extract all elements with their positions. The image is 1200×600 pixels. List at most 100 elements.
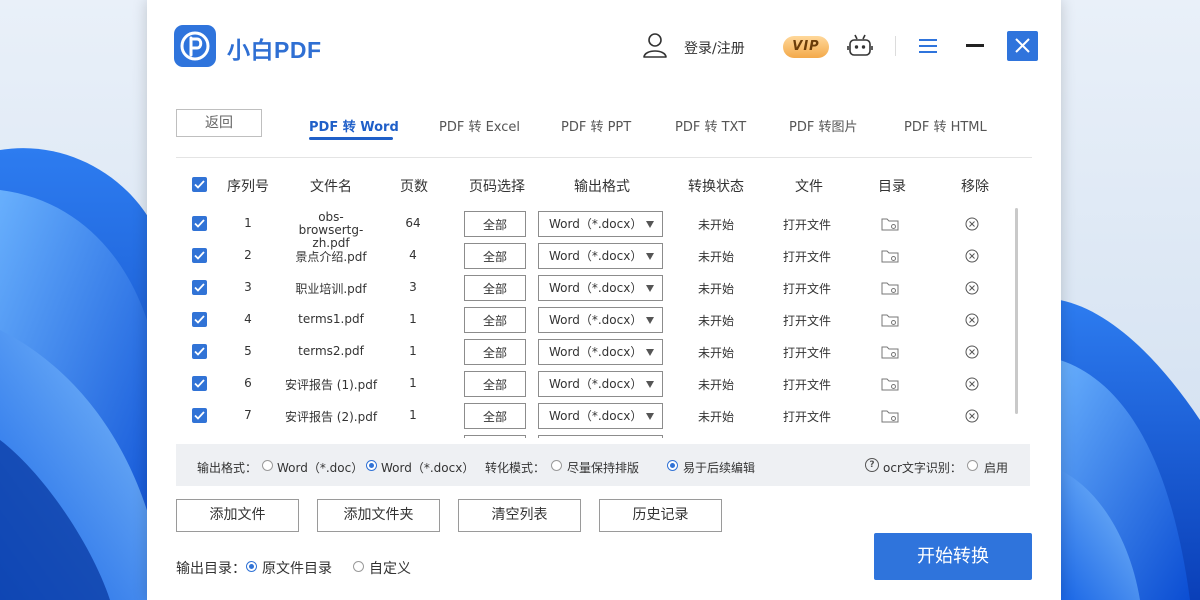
output-format-docx-radio[interactable] — [366, 460, 377, 471]
add-folder-button[interactable]: 添加文件夹 — [317, 499, 440, 532]
keep-layout-label[interactable]: 尽量保持排版 — [567, 459, 639, 476]
easy-edit-label[interactable]: 易于后续编辑 — [683, 459, 755, 476]
row-filename: 职业培训.pdf — [295, 282, 367, 296]
folder-icon[interactable] — [881, 281, 899, 295]
user-icon[interactable] — [641, 31, 669, 59]
row-open-file-link[interactable]: 打开文件 — [783, 312, 831, 329]
output-dir-source-radio[interactable] — [246, 561, 257, 572]
keep-layout-radio[interactable] — [551, 460, 562, 471]
tab-pdf-to-excel[interactable]: PDF 转 Excel — [439, 116, 520, 135]
row-open-file-link[interactable]: 打开文件 — [783, 376, 831, 393]
row-page-select-button[interactable]: 全部 — [464, 371, 526, 397]
folder-icon[interactable] — [881, 217, 899, 231]
chevron-down-icon — [646, 317, 654, 324]
row-checkbox[interactable] — [192, 408, 207, 423]
row-status: 未开始 — [697, 410, 735, 424]
row-open-file-link[interactable]: 打开文件 — [783, 248, 831, 265]
remove-icon[interactable] — [965, 217, 979, 231]
minimize-icon[interactable] — [966, 44, 984, 47]
row-page-select-button[interactable]: 全部 — [464, 275, 526, 301]
row-checkbox[interactable] — [192, 280, 207, 295]
row-page-select-button[interactable] — [464, 435, 526, 438]
folder-icon[interactable] — [881, 249, 899, 263]
row-format-select[interactable]: Word（*.docx） — [538, 339, 663, 365]
chevron-down-icon — [646, 253, 654, 260]
row-checkbox[interactable] — [192, 312, 207, 327]
row-open-file-link[interactable]: 打开文件 — [783, 280, 831, 297]
tab-pdf-to-word[interactable]: PDF 转 Word — [309, 116, 399, 135]
col-header-remove: 移除 — [961, 179, 989, 195]
folder-icon[interactable] — [881, 409, 899, 423]
close-button[interactable] — [1007, 31, 1038, 61]
folder-icon[interactable] — [881, 313, 899, 327]
row-format-select[interactable]: Word（*.docx） — [538, 275, 663, 301]
menu-icon[interactable] — [919, 38, 937, 54]
output-format-doc-radio[interactable] — [262, 460, 273, 471]
row-page-select-button[interactable]: 全部 — [464, 211, 526, 237]
remove-icon[interactable] — [965, 409, 979, 423]
start-convert-button[interactable]: 开始转换 — [874, 533, 1032, 580]
row-open-file-link[interactable]: 打开文件 — [783, 344, 831, 361]
remove-icon[interactable] — [965, 345, 979, 359]
col-header-file: 文件 — [795, 179, 823, 195]
row-format-value: Word（*.docx） — [549, 377, 643, 391]
remove-icon[interactable] — [965, 249, 979, 263]
robot-icon[interactable] — [847, 33, 873, 59]
checkbox-icon — [194, 251, 205, 260]
row-page-select-button[interactable]: 全部 — [464, 339, 526, 365]
remove-icon[interactable] — [965, 313, 979, 327]
back-button[interactable]: 返回 — [176, 109, 262, 137]
output-dir-custom-radio[interactable] — [353, 561, 364, 572]
ocr-enable-radio[interactable] — [967, 460, 978, 471]
row-index: 7 — [244, 408, 252, 422]
chevron-down-icon — [646, 413, 654, 420]
folder-icon[interactable] — [881, 345, 899, 359]
row-open-file-link[interactable]: 打开文件 — [783, 216, 831, 233]
row-checkbox[interactable] — [192, 344, 207, 359]
row-filename: terms1.pdf — [298, 312, 364, 326]
row-format-select[interactable]: Word（*.docx） — [538, 403, 663, 429]
output-dir-label: 输出目录： — [176, 561, 246, 577]
row-checkbox[interactable] — [192, 216, 207, 231]
row-page-select-button[interactable]: 全部 — [464, 307, 526, 333]
output-format-docx-label[interactable]: Word（*.docx） — [381, 459, 474, 476]
row-checkbox[interactable] — [192, 376, 207, 391]
row-page-select-button[interactable]: 全部 — [464, 243, 526, 269]
row-open-file-link[interactable]: 打开文件 — [783, 408, 831, 425]
row-format-select[interactable]: Word（*.docx） — [538, 307, 663, 333]
checkbox-icon — [194, 283, 205, 292]
row-status: 未开始 — [697, 218, 735, 232]
ocr-enable-label[interactable]: 启用 — [984, 459, 1008, 476]
row-index: 3 — [244, 280, 252, 294]
row-format-value: Word（*.docx） — [549, 409, 643, 423]
checkbox-icon — [194, 379, 205, 388]
remove-icon[interactable] — [965, 281, 979, 295]
tab-pdf-to-html[interactable]: PDF 转 HTML — [904, 116, 987, 135]
output-format-doc-label[interactable]: Word（*.doc） — [277, 459, 363, 476]
easy-edit-radio[interactable] — [667, 460, 678, 471]
output-dir-custom-label[interactable]: 自定义 — [369, 558, 411, 578]
row-format-select[interactable]: Word（*.docx） — [538, 211, 663, 237]
row-page-select-button[interactable]: 全部 — [464, 403, 526, 429]
checkbox-icon — [194, 315, 205, 324]
row-format-select[interactable]: Word（*.docx） — [538, 243, 663, 269]
history-button[interactable]: 历史记录 — [599, 499, 722, 532]
tab-pdf-to-txt[interactable]: PDF 转 TXT — [675, 116, 746, 135]
select-all-checkbox[interactable] — [192, 177, 207, 192]
vip-badge[interactable]: VIP — [783, 36, 829, 58]
tab-pdf-to-ppt[interactable]: PDF 转 PPT — [561, 116, 631, 135]
clear-list-button[interactable]: 清空列表 — [458, 499, 581, 532]
checkbox-icon — [194, 219, 205, 228]
row-pages: 1 — [409, 408, 417, 422]
help-icon[interactable]: ? — [865, 458, 879, 472]
output-dir-source-label[interactable]: 原文件目录 — [262, 558, 332, 578]
row-format-select[interactable]: Word（*.docx） — [538, 371, 663, 397]
add-file-button[interactable]: 添加文件 — [176, 499, 299, 532]
remove-icon[interactable] — [965, 377, 979, 391]
folder-icon[interactable] — [881, 377, 899, 391]
row-format-select[interactable] — [538, 435, 663, 438]
tab-pdf-to-image[interactable]: PDF 转图片 — [789, 116, 857, 135]
row-checkbox[interactable] — [192, 248, 207, 263]
table-scrollbar[interactable] — [1015, 208, 1018, 414]
login-register-link[interactable]: 登录/注册 — [684, 38, 745, 58]
